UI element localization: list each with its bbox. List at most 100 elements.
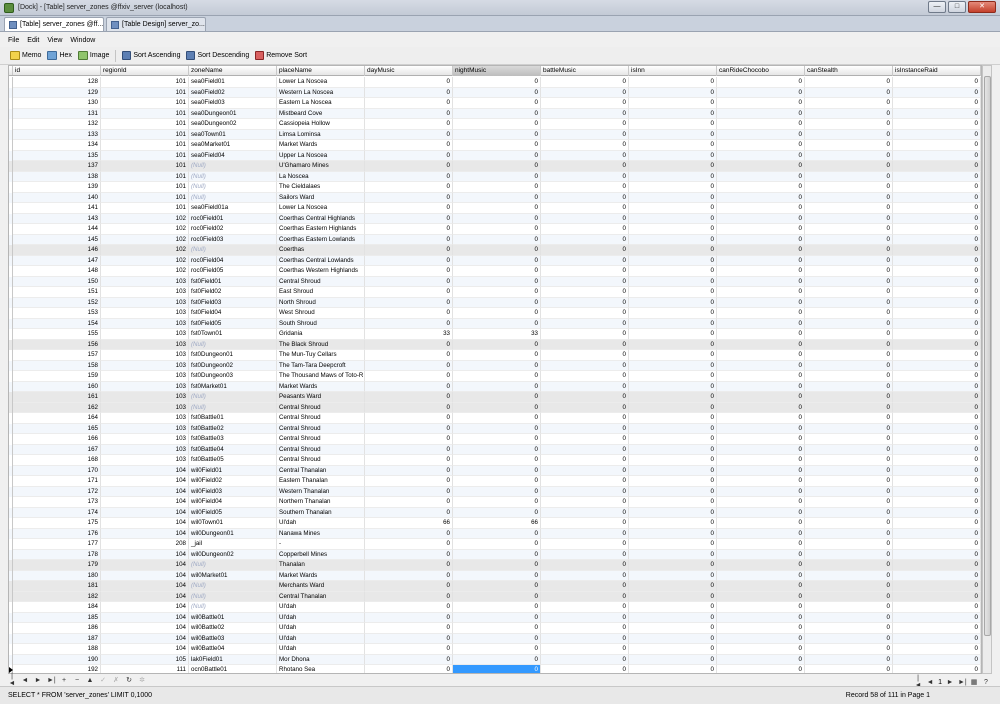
sort-ascending-button[interactable]: Sort Ascending — [122, 51, 180, 60]
cell-placeName[interactable]: Central Shroud — [277, 276, 365, 287]
cell-isInstanceRaid[interactable]: 0 — [893, 360, 981, 371]
cell-canRideChocobo[interactable]: 0 — [717, 224, 805, 235]
table-row[interactable]: 186 104 wil0Battle02 Ul'dah 0 0 0 0 0 0 0 — [9, 623, 981, 634]
cell-dayMusic[interactable]: 0 — [365, 360, 453, 371]
cell-isInn[interactable]: 0 — [629, 318, 717, 329]
cell-placeName[interactable]: East Shroud — [277, 287, 365, 298]
cell-canStealth[interactable]: 0 — [805, 486, 893, 497]
cell-id[interactable]: 151 — [13, 287, 101, 298]
cell-dayMusic[interactable]: 0 — [365, 539, 453, 550]
cell-dayMusic[interactable]: 0 — [365, 654, 453, 665]
table-row[interactable]: 185 104 wil0Battle01 Ul'dah 0 0 0 0 0 0 0 — [9, 612, 981, 623]
cell-isInn[interactable]: 0 — [629, 213, 717, 224]
cell-regionId[interactable]: 103 — [101, 276, 189, 287]
cell-canRideChocobo[interactable]: 0 — [717, 497, 805, 508]
menu-edit[interactable]: Edit — [27, 37, 39, 44]
cell-placeName[interactable]: Lower La Noscea — [277, 77, 365, 88]
cell-regionId[interactable]: 103 — [101, 444, 189, 455]
cell-placeName[interactable]: Ul'dah — [277, 602, 365, 613]
cell-dayMusic[interactable]: 0 — [365, 581, 453, 592]
cell-isInstanceRaid[interactable]: 0 — [893, 287, 981, 298]
cell-dayMusic[interactable]: 0 — [365, 308, 453, 319]
cell-isInstanceRaid[interactable]: 0 — [893, 654, 981, 665]
cell-canRideChocobo[interactable]: 0 — [717, 560, 805, 571]
cell-isInstanceRaid[interactable]: 0 — [893, 644, 981, 655]
maximize-button[interactable]: □ — [948, 1, 966, 13]
cell-canRideChocobo[interactable]: 0 — [717, 98, 805, 109]
cell-placeName[interactable]: Ul'dah — [277, 623, 365, 634]
table-row[interactable]: 177 208 _jail -0 0 0 0 0 0 0 — [9, 539, 981, 550]
cell-isInn[interactable]: 0 — [629, 329, 717, 340]
data-grid[interactable]: id regionId zoneName placeName dayMusic night… — [8, 65, 982, 674]
cell-isInstanceRaid[interactable]: 0 — [893, 203, 981, 214]
cell-isInstanceRaid[interactable]: 0 — [893, 402, 981, 413]
table-row[interactable]: 188 104 wil0Battle04 Ul'dah 0 0 0 0 0 0 0 — [9, 644, 981, 655]
cell-canRideChocobo[interactable]: 0 — [717, 602, 805, 613]
cell-id[interactable]: 166 — [13, 434, 101, 445]
cell-placeName[interactable]: Ul'dah — [277, 518, 365, 529]
cell-canStealth[interactable]: 0 — [805, 507, 893, 518]
cell-dayMusic[interactable]: 33 — [365, 329, 453, 340]
table-row[interactable]: 147 102 roc0Field04 Coerthas Central Lowlan… — [9, 255, 981, 266]
cell-nightMusic[interactable]: 0 — [453, 644, 541, 655]
cell-canRideChocobo[interactable]: 0 — [717, 318, 805, 329]
cell-id[interactable]: 161 — [13, 392, 101, 403]
cell-isInn[interactable]: 0 — [629, 297, 717, 308]
cell-nightMusic[interactable]: 0 — [453, 318, 541, 329]
cell-zoneName[interactable]: roc0Field02 — [189, 224, 277, 235]
cell-canStealth[interactable]: 0 — [805, 119, 893, 130]
cell-zoneName[interactable]: (Null) — [189, 581, 277, 592]
cell-canStealth[interactable]: 0 — [805, 297, 893, 308]
cell-id[interactable]: 139 — [13, 182, 101, 193]
table-row[interactable]: 167 103 fst0Battle04 Central Shroud 0 0 0 0 0 0 0 — [9, 444, 981, 455]
cell-nightMusic[interactable]: 0 — [453, 633, 541, 644]
cell-zoneName[interactable]: fst0Field05 — [189, 318, 277, 329]
cell-isInstanceRaid[interactable]: 0 — [893, 192, 981, 203]
table-row[interactable]: 190 105 lak0Field01 Mor Dhona 0 0 0 0 0 0 0 — [9, 654, 981, 665]
cell-id[interactable]: 181 — [13, 581, 101, 592]
cell-dayMusic[interactable]: 0 — [365, 591, 453, 602]
cell-id[interactable]: 152 — [13, 297, 101, 308]
cell-dayMusic[interactable]: 0 — [365, 150, 453, 161]
cell-canStealth[interactable]: 0 — [805, 287, 893, 298]
cell-placeName[interactable]: The Black Shroud — [277, 339, 365, 350]
cell-canStealth[interactable]: 0 — [805, 423, 893, 434]
cell-zoneName[interactable]: wil0Field05 — [189, 507, 277, 518]
cell-id[interactable]: 133 — [13, 129, 101, 140]
scrollbar-thumb[interactable] — [984, 76, 991, 636]
cell-canRideChocobo[interactable]: 0 — [717, 245, 805, 256]
table-row[interactable]: 140 101 (Null) Sailors Ward 0 0 0 0 0 0 0 — [9, 192, 981, 203]
cell-placeName[interactable]: Coerthas Eastern Lowlands — [277, 234, 365, 245]
cell-nightMusic[interactable]: 0 — [453, 497, 541, 508]
memo-button[interactable]: Memo — [10, 51, 41, 60]
image-button[interactable]: Image — [77, 51, 109, 60]
cell-canRideChocobo[interactable]: 0 — [717, 360, 805, 371]
cell-zoneName[interactable]: fst0Town01 — [189, 329, 277, 340]
cell-dayMusic[interactable]: 0 — [365, 140, 453, 151]
cell-isInstanceRaid[interactable]: 0 — [893, 339, 981, 350]
cell-isInn[interactable]: 0 — [629, 623, 717, 634]
cell-isInn[interactable]: 0 — [629, 476, 717, 487]
cell-id[interactable]: 171 — [13, 476, 101, 487]
cell-nightMusic[interactable]: 0 — [453, 560, 541, 571]
cell-dayMusic[interactable]: 0 — [365, 560, 453, 571]
table-row[interactable]: 166 103 fst0Battle03 Central Shroud 0 0 0 0 0 0 0 — [9, 434, 981, 445]
cell-battleMusic[interactable]: 0 — [541, 129, 629, 140]
cell-nightMusic[interactable]: 0 — [453, 528, 541, 539]
cell-id[interactable]: 173 — [13, 497, 101, 508]
table-row[interactable]: 172 104 wil0Field03 Western Thanalan 0 0 0 0 0 0 0 — [9, 486, 981, 497]
cell-isInstanceRaid[interactable]: 0 — [893, 476, 981, 487]
cell-nightMusic[interactable]: 0 — [453, 413, 541, 424]
cell-nightMusic[interactable]: 0 — [453, 665, 541, 673]
cell-isInstanceRaid[interactable]: 0 — [893, 245, 981, 256]
cell-dayMusic[interactable]: 0 — [365, 203, 453, 214]
cell-id[interactable]: 147 — [13, 255, 101, 266]
cell-isInn[interactable]: 0 — [629, 87, 717, 98]
cell-regionId[interactable]: 103 — [101, 308, 189, 319]
cell-regionId[interactable]: 101 — [101, 182, 189, 193]
cell-nightMusic[interactable]: 0 — [453, 161, 541, 172]
column-header-canRideChocobo[interactable]: canRideChocobo — [717, 66, 805, 76]
cell-isInstanceRaid[interactable]: 0 — [893, 255, 981, 266]
cell-isInstanceRaid[interactable]: 0 — [893, 308, 981, 319]
table-row[interactable]: 164 103 fst0Battle01 Central Shroud 0 0 0 0 0 0 0 — [9, 413, 981, 424]
